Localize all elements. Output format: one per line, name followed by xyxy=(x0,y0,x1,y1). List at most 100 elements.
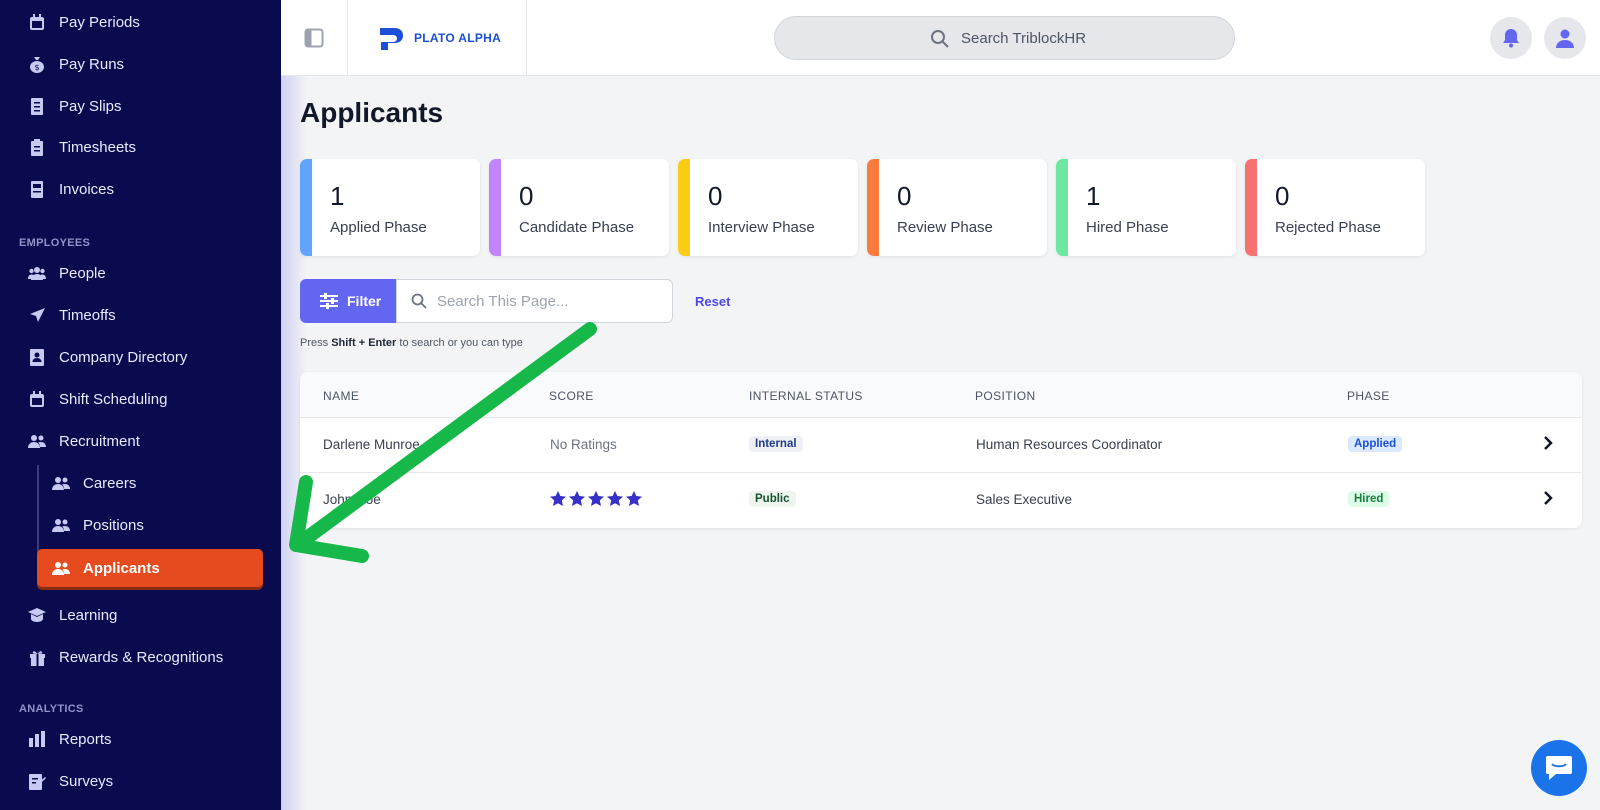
applicant-position: Human Resources Coordinator xyxy=(976,437,1163,452)
sidebar-item-recruitment[interactable]: Recruitment xyxy=(0,424,281,458)
sidebar-toggle-button[interactable] xyxy=(281,0,348,76)
stat-card-hired[interactable]: 1 Hired Phase xyxy=(1056,159,1236,256)
users-icon xyxy=(28,432,46,450)
table-row[interactable]: John Doe Public Sales Executive Hired xyxy=(300,473,1582,528)
stat-card-candidate[interactable]: 0 Candidate Phase xyxy=(489,159,669,256)
column-header-name[interactable]: NAME xyxy=(323,389,359,403)
sidebar-item-people[interactable]: People xyxy=(0,256,281,290)
phase-badge: Hired xyxy=(1348,491,1390,507)
row-open-button[interactable] xyxy=(1542,490,1554,511)
applicant-name[interactable]: Darlene Munroe xyxy=(323,437,420,452)
hint-plus: + xyxy=(358,337,366,349)
rating-stars xyxy=(550,491,642,506)
applicant-score: No Ratings xyxy=(550,437,617,452)
page-search-placeholder: Search This Page... xyxy=(437,292,569,310)
hint-text: Press xyxy=(300,337,329,349)
users-icon xyxy=(52,516,70,534)
panel-toggle-icon xyxy=(304,28,324,48)
sidebar-item-label: Company Directory xyxy=(59,348,188,366)
column-header-position[interactable]: POSITION xyxy=(975,389,1036,403)
column-header-internal-status[interactable]: INTERNAL STATUS xyxy=(749,389,863,403)
user-avatar-button[interactable] xyxy=(1544,17,1586,59)
applicant-name[interactable]: John Doe xyxy=(323,492,381,507)
applicants-table: NAME SCORE INTERNAL STATUS POSITION PHAS… xyxy=(300,372,1582,528)
sidebar-item-company-directory[interactable]: Company Directory xyxy=(0,340,281,374)
sidebar-item-label: Timesheets xyxy=(59,138,136,156)
graduation-cap-icon xyxy=(28,606,46,624)
search-hint: Press Shift + Enter to search or you can… xyxy=(300,337,523,349)
stat-card-rejected[interactable]: 0 Rejected Phase xyxy=(1245,159,1425,256)
calendar-icon xyxy=(28,13,46,31)
column-header-phase[interactable]: PHASE xyxy=(1347,389,1390,403)
section-label-employees: EMPLOYEES xyxy=(19,237,91,249)
search-icon xyxy=(411,293,427,309)
status-badge: Internal xyxy=(749,436,803,452)
sidebar-item-label: Rewards & Recognitions xyxy=(59,648,224,666)
row-open-button[interactable] xyxy=(1542,435,1554,456)
sidebar-item-label: Applicants xyxy=(83,559,160,577)
sidebar-item-pay-slips[interactable]: Pay Slips xyxy=(0,89,281,123)
sidebar-item-applicants[interactable]: Applicants xyxy=(37,549,263,587)
sidebar-item-pay-runs[interactable]: $ Pay Runs xyxy=(0,47,281,81)
sidebar-item-timesheets[interactable]: Timesheets xyxy=(0,130,281,164)
calendar-icon xyxy=(28,390,46,408)
stat-label: Review Phase xyxy=(897,219,993,236)
gift-icon xyxy=(28,648,46,666)
receipt-icon xyxy=(28,97,46,115)
stat-label: Rejected Phase xyxy=(1275,219,1381,236)
sidebar-item-label: Pay Periods xyxy=(59,13,140,31)
sidebar-item-label: Reports xyxy=(59,730,112,748)
table-row[interactable]: Darlene Munroe No Ratings Internal Human… xyxy=(300,418,1582,473)
star-icon xyxy=(550,491,566,506)
hint-key-enter: Enter xyxy=(368,337,397,349)
brand-logo[interactable]: PLATO ALPHA xyxy=(348,0,527,76)
clipboard-icon xyxy=(28,138,46,156)
stat-color-bar xyxy=(1056,159,1068,256)
survey-icon xyxy=(28,772,46,790)
applicant-position: Sales Executive xyxy=(976,492,1073,507)
filter-button[interactable]: Filter xyxy=(300,279,396,323)
section-label-analytics: ANALYTICS xyxy=(19,703,84,715)
sliders-icon xyxy=(320,293,338,309)
hint-text: to search or you can type xyxy=(399,337,523,349)
global-search-input[interactable]: Search TriblockHR xyxy=(774,16,1235,60)
stat-color-bar xyxy=(489,159,501,256)
sidebar-item-label: Pay Slips xyxy=(59,97,122,115)
column-header-score[interactable]: SCORE xyxy=(549,389,594,403)
stat-value: 0 xyxy=(708,181,723,211)
bell-icon xyxy=(1503,29,1519,48)
sidebar-item-surveys[interactable]: Surveys xyxy=(0,764,281,798)
chat-bubble-icon xyxy=(1546,756,1572,780)
stat-card-interview[interactable]: 0 Interview Phase xyxy=(678,159,858,256)
reset-link[interactable]: Reset xyxy=(695,294,730,309)
filter-button-label: Filter xyxy=(347,293,382,309)
sidebar-item-shift-scheduling[interactable]: Shift Scheduling xyxy=(0,382,281,416)
sidebar-item-pay-periods[interactable]: Pay Periods xyxy=(0,5,281,39)
sidebar-item-learning[interactable]: Learning xyxy=(0,598,281,632)
stat-card-applied[interactable]: 1 Applied Phase xyxy=(300,159,480,256)
page-title: Applicants xyxy=(300,97,444,128)
sidebar-item-label: Pay Runs xyxy=(59,55,125,73)
sidebar-item-positions[interactable]: Positions xyxy=(0,508,281,542)
sidebar-item-timeoffs[interactable]: Timeoffs xyxy=(0,298,281,332)
users-icon xyxy=(52,474,70,492)
sidebar-item-invoices[interactable]: Invoices xyxy=(0,172,281,206)
sidebar-item-label: Positions xyxy=(83,516,144,534)
sidebar-item-careers[interactable]: Careers xyxy=(0,466,281,500)
stat-value: 0 xyxy=(519,181,534,211)
notifications-button[interactable] xyxy=(1490,17,1532,59)
sidebar-item-rewards[interactable]: Rewards & Recognitions xyxy=(0,640,281,674)
stat-color-bar xyxy=(678,159,690,256)
page-search-input[interactable]: Search This Page... xyxy=(396,279,673,323)
hint-key-shift: Shift xyxy=(331,337,356,349)
star-icon xyxy=(588,491,604,506)
sidebar-item-reports[interactable]: Reports xyxy=(0,722,281,756)
users-icon xyxy=(28,264,46,282)
stat-card-review[interactable]: 0 Review Phase xyxy=(867,159,1047,256)
sidebar-item-label: Careers xyxy=(83,474,137,492)
chat-support-button[interactable] xyxy=(1531,740,1587,796)
global-search-placeholder: Search TriblockHR xyxy=(961,29,1087,47)
sidebar-item-label: Shift Scheduling xyxy=(59,390,168,408)
star-icon xyxy=(569,491,585,506)
stat-color-bar xyxy=(867,159,879,256)
